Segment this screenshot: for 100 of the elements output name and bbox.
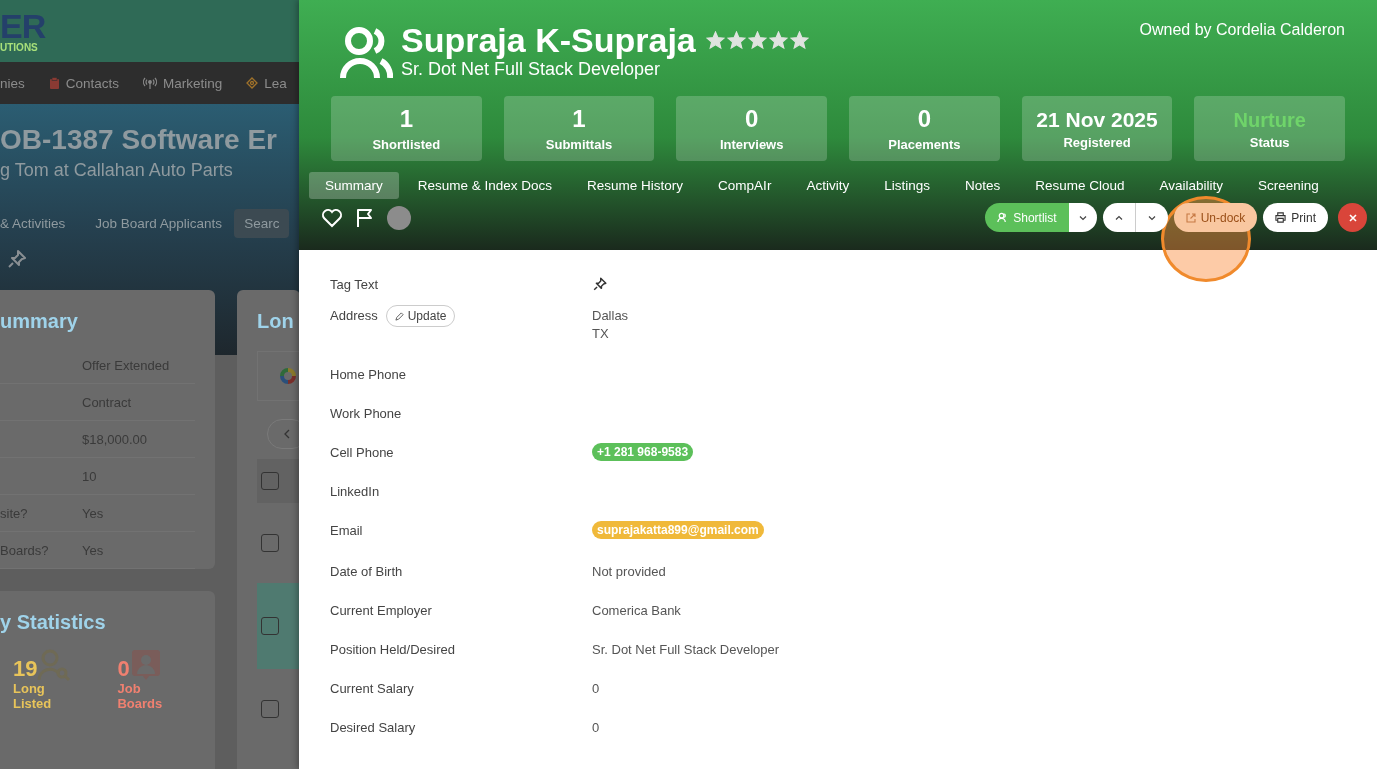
tab[interactable]: CompAIr: [702, 172, 788, 200]
chevron-left-icon: [283, 429, 291, 439]
logo-tagline: UTIONS: [0, 43, 39, 53]
stat-value: 1: [399, 105, 413, 135]
card-title: Lon: [257, 309, 295, 334]
undock-button[interactable]: Un-dock: [1173, 203, 1258, 233]
tab[interactable]: Listings: [868, 172, 946, 200]
nav-item[interactable]: Marketing: [143, 75, 223, 91]
field-label: Address: [330, 308, 378, 323]
field-label: Email: [330, 523, 363, 538]
chevron-up-icon: [1114, 214, 1123, 221]
close-icon: [1348, 213, 1357, 222]
tab[interactable]: Activity: [790, 172, 866, 200]
dropdown-button[interactable]: [1068, 203, 1097, 233]
list-row[interactable]: [257, 459, 300, 503]
chevron-down-icon: [1147, 214, 1156, 221]
field-value: Sr. Dot Net Full Stack Developer: [592, 642, 780, 657]
field-label: Current Employer: [330, 603, 432, 618]
stat-label: Placements: [888, 137, 961, 153]
stat-label: Status: [1249, 134, 1290, 150]
star-icon[interactable]: [726, 31, 746, 51]
nav-item[interactable]: Contacts: [48, 75, 120, 91]
stat-label: Interviews: [719, 137, 784, 153]
field-value: 0: [592, 720, 600, 735]
address-line: TX: [592, 326, 609, 341]
phone-link[interactable]: +1 281 968-9583: [592, 443, 694, 461]
address-line: Dallas: [592, 308, 629, 323]
field-label: Date of Birth: [330, 564, 403, 579]
nav-item[interactable]: Lea: [246, 75, 287, 91]
field-value: Comerica Bank: [592, 603, 681, 618]
job-tab[interactable]: Searc: [234, 209, 290, 238]
logo-icon[interactable]: [278, 366, 298, 386]
checkbox[interactable]: [261, 700, 279, 718]
tab[interactable]: Summary: [309, 172, 399, 200]
owner-text: Owned by Cordelia Calderon: [1139, 21, 1345, 40]
previous-button[interactable]: [1102, 203, 1136, 233]
tab[interactable]: Availability: [1143, 172, 1240, 200]
field-label: Work Phone: [330, 406, 402, 421]
next-button[interactable]: [1135, 203, 1168, 233]
stat-value: 0: [117, 656, 130, 682]
field-label: Position Held/Desired: [330, 642, 455, 657]
job-tab[interactable]: Job Board Applicants: [95, 209, 223, 238]
star-icon[interactable]: [789, 31, 809, 51]
stat-label: Long Listed: [13, 682, 53, 712]
external-link-icon: [1185, 212, 1196, 223]
update-button[interactable]: Update: [385, 305, 456, 327]
pencil-icon: [394, 311, 404, 321]
job-title: OB-1387 Software Er: [0, 124, 278, 156]
job-tab[interactable]: & Activities: [0, 209, 66, 238]
target-icon: [246, 77, 259, 89]
candidate-headline: Sr. Dot Net Full Stack Developer: [401, 59, 662, 81]
field-label: Current Salary: [330, 681, 414, 696]
printer-icon: [1275, 212, 1287, 224]
tab[interactable]: Notes: [948, 172, 1017, 200]
antenna-icon: [143, 77, 158, 89]
stat-value: 0: [745, 105, 759, 135]
field-label: Tag Text: [330, 276, 379, 292]
tab[interactable]: Screening: [1242, 172, 1335, 200]
list-row[interactable]: [257, 583, 300, 669]
stat-label: Shortlisted: [372, 137, 441, 153]
nav-item[interactable]: nies: [0, 75, 25, 91]
heart-icon[interactable]: [321, 207, 343, 228]
stat-value: 0: [917, 105, 932, 135]
clipboard-icon: [48, 77, 60, 89]
pin-icon[interactable]: [592, 276, 608, 292]
status-dot[interactable]: [387, 205, 411, 230]
field-label: Cell Phone: [330, 445, 394, 460]
user-icon: [339, 24, 393, 79]
card-title: ummary: [0, 309, 79, 334]
flag-icon[interactable]: [355, 207, 375, 228]
field-value: Not provided: [592, 564, 666, 579]
field-label: Home Phone: [330, 367, 406, 382]
star-rating[interactable]: [705, 31, 809, 51]
star-icon[interactable]: [747, 31, 767, 51]
field-value: 0: [592, 681, 600, 696]
checkbox[interactable]: [261, 534, 279, 552]
job-subtitle: g Tom at Callahan Auto Parts: [0, 160, 234, 181]
checkbox[interactable]: [261, 617, 279, 635]
tab[interactable]: Resume & Index Docs: [401, 172, 569, 200]
star-icon[interactable]: [705, 31, 725, 51]
stat-label: Job Boards: [117, 682, 164, 712]
shortlist-button[interactable]: Shortlist: [985, 203, 1069, 233]
previous-button[interactable]: [267, 419, 300, 449]
tab[interactable]: Resume History: [571, 172, 700, 200]
stat-label: Registered: [1063, 135, 1131, 151]
stat-value: 21 Nov 2025: [1036, 107, 1158, 133]
close-button[interactable]: [1338, 203, 1367, 233]
user-icon: [997, 212, 1009, 224]
stat-label: Submittals: [545, 137, 613, 153]
card-title: y Statistics: [0, 610, 107, 635]
star-icon[interactable]: [768, 31, 788, 51]
print-button[interactable]: Print: [1263, 203, 1328, 233]
caret-icon: [1078, 214, 1087, 221]
tab[interactable]: Resume Cloud: [1019, 172, 1141, 200]
field-label: Desired Salary: [330, 720, 416, 735]
candidate-name: Supraja K-Supraja: [401, 22, 696, 60]
field-label: LinkedIn: [330, 484, 380, 499]
stat-value: 1: [572, 105, 586, 135]
checkbox[interactable]: [261, 472, 279, 490]
stat-value: 19: [13, 656, 38, 682]
